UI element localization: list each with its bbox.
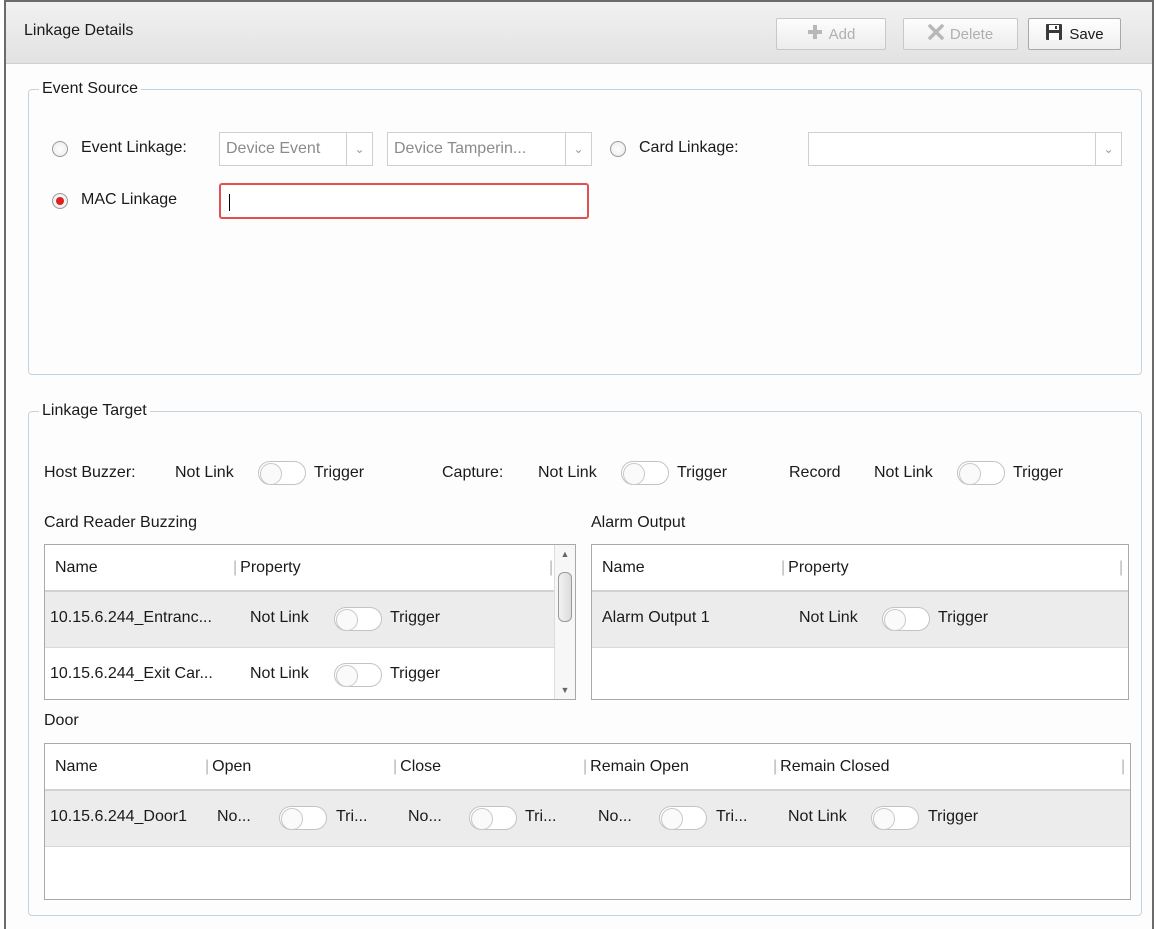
not-link-label: Not Link (250, 609, 309, 626)
column-header-close: | Close (393, 758, 442, 775)
door-open-toggle[interactable] (279, 806, 327, 830)
scroll-up-arrow-icon[interactable]: ▲ (555, 549, 575, 559)
table-row[interactable]: 10.15.6.244_Entranc... Not Link Trigger (45, 592, 575, 648)
card-reader-table: Name | Property | 10.15.6.244_Entranc... … (44, 544, 576, 700)
floppy-disk-icon (1045, 23, 1063, 45)
alarm-output-name: Alarm Output 1 (602, 609, 710, 626)
remain-open-not-link-label: No... (598, 808, 632, 825)
door-remain-closed-toggle[interactable] (871, 806, 919, 830)
column-divider: | (549, 559, 554, 576)
alarm-output-label: Alarm Output (591, 514, 686, 531)
add-button-label: Add (828, 25, 856, 43)
table-row[interactable]: 10.15.6.244_Door1 No... Tri... No... Tri… (45, 791, 1130, 847)
capture-toggle[interactable] (621, 461, 669, 485)
vertical-scrollbar[interactable]: ▲ ▼ (554, 545, 575, 699)
event-category-select[interactable]: Device Event ⌄ (219, 132, 373, 166)
table-header: Name | Open | Close | Remain Open | Remain C… (45, 744, 1130, 791)
trigger-label: Trigger (390, 665, 441, 682)
column-header-name: Name (602, 559, 645, 576)
record-label: Record (789, 464, 841, 481)
trigger-label: Trigger (938, 609, 989, 626)
column-header-remain-open: | Remain Open (583, 758, 689, 775)
door-label: Door (44, 712, 79, 729)
table-header: Name | Property | (592, 545, 1128, 592)
host-buzzer-toggle[interactable] (258, 461, 306, 485)
column-divider: | (1119, 559, 1124, 576)
mac-linkage-label: MAC Linkage (81, 191, 178, 208)
panel-header: Linkage Details Add Delete Save (6, 2, 1152, 64)
save-button[interactable]: Save (1028, 18, 1121, 50)
mac-linkage-radio[interactable] (52, 193, 68, 209)
host-buzzer-label: Host Buzzer: (44, 464, 136, 481)
scroll-down-arrow-icon[interactable]: ▼ (555, 685, 575, 695)
close-trigger-label: Tri... (525, 808, 557, 825)
event-type-value: Device Tamperin... (394, 140, 527, 157)
record-not-link-label: Not Link (874, 464, 933, 481)
record-toggle[interactable] (957, 461, 1005, 485)
not-link-label: Not Link (250, 665, 309, 682)
open-not-link-label: No... (217, 808, 251, 825)
column-divider: | (1121, 758, 1126, 775)
remain-closed-not-link-label: Not Link (788, 808, 847, 825)
delete-button[interactable]: Delete (903, 18, 1018, 50)
column-header-name: Name (55, 559, 98, 576)
card-reader-toggle[interactable] (334, 607, 382, 631)
event-linkage-label: Event Linkage: (81, 139, 187, 156)
table-row[interactable]: 10.15.6.244_Exit Car... Not Link Trigger (45, 648, 575, 704)
remain-closed-trigger-label: Trigger (928, 808, 979, 825)
not-link-label: Not Link (799, 609, 858, 626)
card-linkage-radio[interactable] (610, 141, 626, 157)
add-button[interactable]: Add (776, 18, 886, 50)
event-source-legend: Event Source (42, 80, 139, 97)
door-table: Name | Open | Close | Remain Open | Remain C… (44, 743, 1131, 900)
card-linkage-select[interactable]: ⌄ (808, 132, 1122, 166)
event-category-value: Device Event (226, 140, 321, 157)
alarm-output-toggle[interactable] (882, 607, 930, 631)
table-row[interactable]: Alarm Output 1 Not Link Trigger (592, 592, 1128, 648)
chevron-down-icon: ⌄ (346, 133, 372, 165)
plus-icon (807, 24, 823, 44)
column-header-name: Name (55, 758, 98, 775)
panel-title: Linkage Details (24, 22, 134, 39)
table-header: Name | Property | (45, 545, 575, 592)
door-remain-open-toggle[interactable] (659, 806, 707, 830)
remain-open-trigger-label: Tri... (716, 808, 748, 825)
column-header-remain-closed: | Remain Closed (773, 758, 890, 775)
delete-x-icon (928, 24, 944, 44)
host-buzzer-trigger-label: Trigger (314, 464, 365, 481)
card-reader-toggle[interactable] (334, 663, 382, 687)
mac-address-input[interactable] (219, 183, 589, 219)
capture-trigger-label: Trigger (677, 464, 728, 481)
door-name: 10.15.6.244_Door1 (50, 808, 187, 825)
capture-not-link-label: Not Link (538, 464, 597, 481)
column-header-open: | Open (205, 758, 252, 775)
door-close-toggle[interactable] (469, 806, 517, 830)
save-button-label: Save (1069, 25, 1104, 43)
host-buzzer-not-link-label: Not Link (175, 464, 234, 481)
event-type-select[interactable]: Device Tamperin... ⌄ (387, 132, 592, 166)
chevron-down-icon: ⌄ (1095, 133, 1121, 165)
card-linkage-label: Card Linkage: (639, 139, 739, 156)
event-source-group: Event Source (28, 80, 1142, 375)
text-caret (229, 194, 230, 211)
capture-label: Capture: (442, 464, 504, 481)
column-header-property: | Property (781, 559, 849, 576)
card-reader-buzzing-label: Card Reader Buzzing (44, 514, 197, 531)
open-trigger-label: Tri... (336, 808, 368, 825)
scrollbar-thumb[interactable] (558, 572, 572, 622)
close-not-link-label: No... (408, 808, 442, 825)
column-header-property: | Property (233, 559, 301, 576)
alarm-output-table: Name | Property | Alarm Output 1 Not Link… (591, 544, 1129, 700)
delete-button-label: Delete (949, 25, 994, 43)
card-reader-name: 10.15.6.244_Entranc... (50, 609, 212, 626)
trigger-label: Trigger (390, 609, 441, 626)
linkage-details-panel: Linkage Details Add Delete Save Event So… (4, 0, 1154, 929)
event-linkage-radio[interactable] (52, 141, 68, 157)
card-reader-name: 10.15.6.244_Exit Car... (50, 665, 213, 682)
record-trigger-label: Trigger (1013, 464, 1064, 481)
linkage-target-legend: Linkage Target (42, 402, 147, 419)
chevron-down-icon: ⌄ (565, 133, 591, 165)
